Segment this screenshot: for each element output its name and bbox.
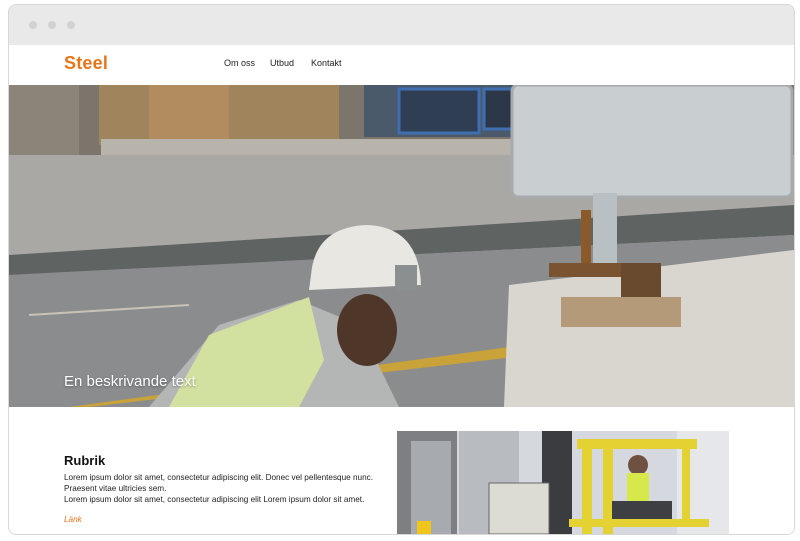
forklift-photo — [397, 431, 729, 534]
nav-link-om-oss[interactable]: Om oss — [224, 58, 255, 68]
window-dot-icon[interactable] — [48, 21, 56, 29]
forklift-image — [397, 431, 729, 534]
site-header: Steel Om oss Utbud Kontakt — [9, 45, 794, 85]
window-dot-icon[interactable] — [29, 21, 37, 29]
nav-link-utbud[interactable]: Utbud — [270, 58, 294, 68]
browser-window: Steel Om oss Utbud Kontakt En beskrivand… — [8, 4, 795, 535]
browser-chrome — [9, 5, 794, 45]
hero-caption: En beskrivande text — [64, 373, 196, 390]
section-heading: Rubrik — [64, 453, 106, 468]
section-body: Lorem ipsum dolor sit amet, consectetur … — [64, 473, 374, 505]
nav-link-kontakt[interactable]: Kontakt — [311, 58, 342, 68]
site-logo[interactable]: Steel — [64, 53, 108, 74]
hero-image — [9, 85, 794, 407]
body-paragraph-2: Lorem ipsum dolor sit amet, consectetur … — [64, 494, 365, 504]
window-dot-icon[interactable] — [67, 21, 75, 29]
section-link[interactable]: Länk — [64, 515, 82, 524]
hero-banner: En beskrivande text — [9, 85, 794, 407]
body-paragraph-1: Lorem ipsum dolor sit amet, consectetur … — [64, 473, 374, 493]
content-section: Rubrik Lorem ipsum dolor sit amet, conse… — [9, 407, 794, 534]
